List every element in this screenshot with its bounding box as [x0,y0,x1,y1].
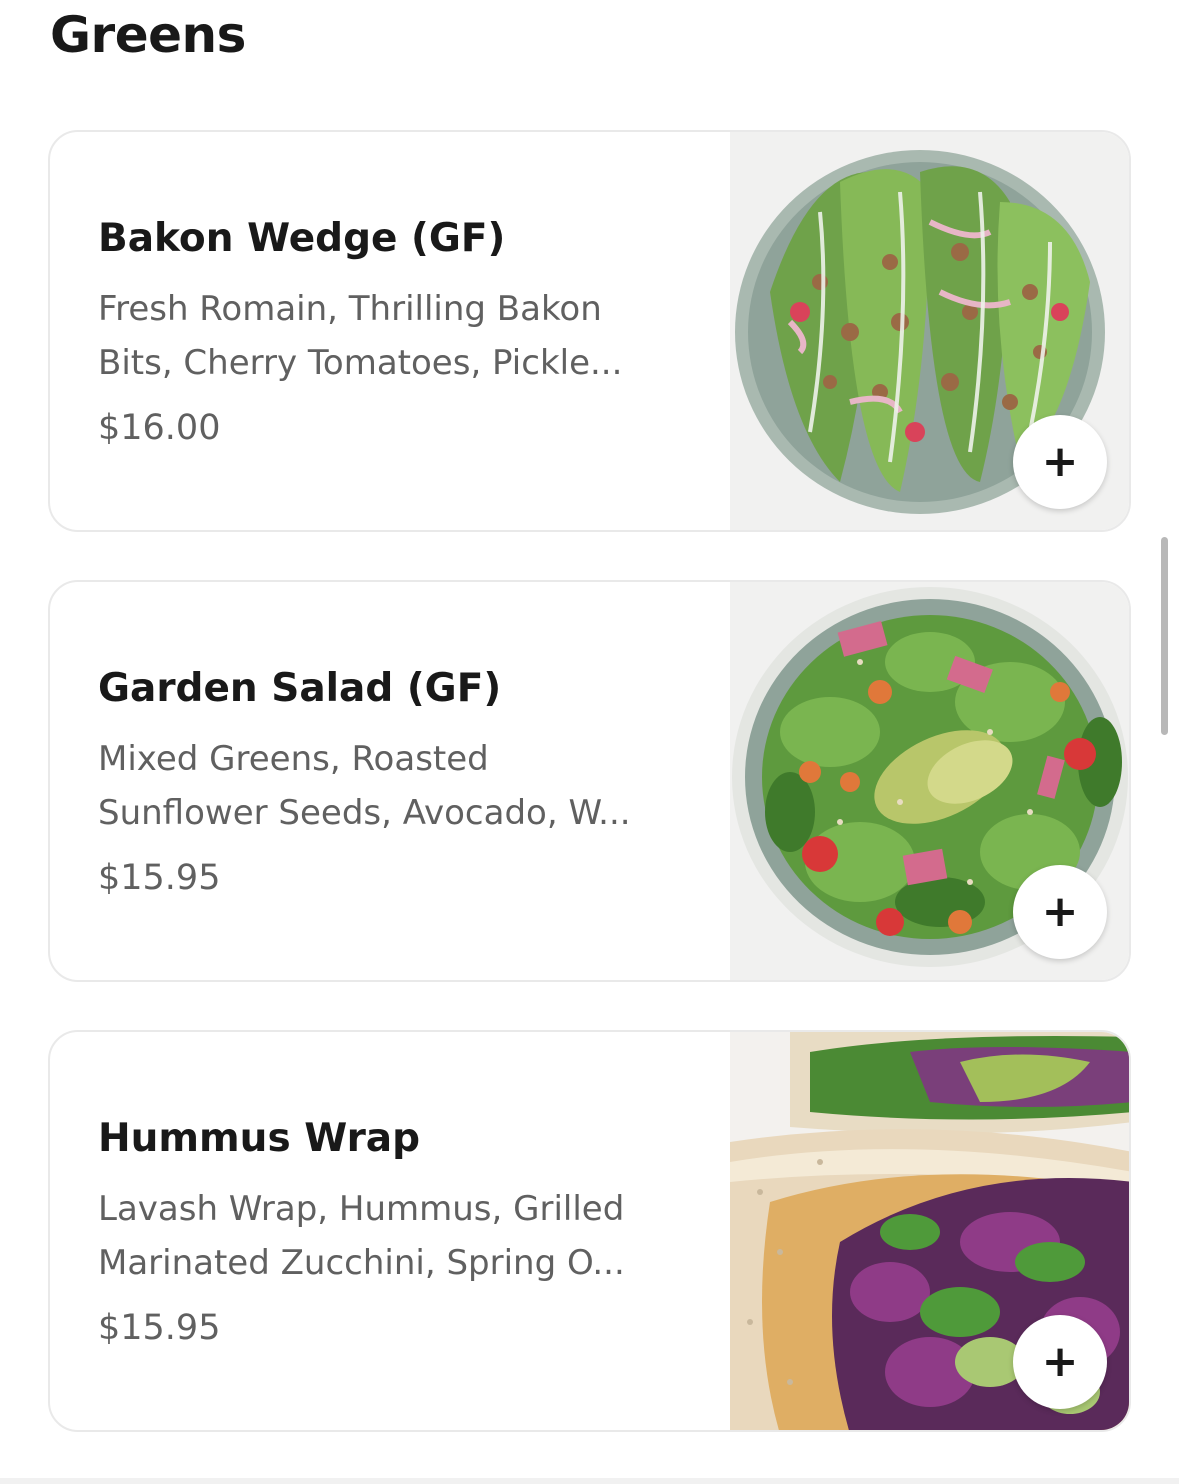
menu-item-info: Hummus Wrap Lavash Wrap, Hummus, Grilled… [98,1032,708,1430]
menu-item-card[interactable]: Hummus Wrap Lavash Wrap, Hummus, Grilled… [48,1030,1131,1432]
menu-item-description: Fresh Romain, Thrilling Bakon Bits, Cher… [98,289,623,383]
menu-page: Greens Bakon Wedge (GF) Fresh Romain, Th… [0,0,1179,1484]
add-to-cart-button[interactable]: + [1013,415,1107,509]
menu-item-description: Mixed Greens, Roasted Sunflower Seeds, A… [98,739,631,833]
menu-item-info: Bakon Wedge (GF) Fresh Romain, Thrilling… [98,132,708,530]
add-to-cart-button[interactable]: + [1013,1315,1107,1409]
menu-item-info: Garden Salad (GF) Mixed Greens, Roasted … [98,582,708,980]
menu-item-name: Hummus Wrap [98,1116,421,1161]
menu-item-card[interactable]: Bakon Wedge (GF) Fresh Romain, Thrilling… [48,130,1131,532]
plus-icon: + [1041,436,1079,487]
add-to-cart-button[interactable]: + [1013,865,1107,959]
plus-icon: + [1041,886,1079,937]
menu-item-description: Lavash Wrap, Hummus, Grilled Marinated Z… [98,1189,625,1283]
plus-icon: + [1041,1336,1079,1387]
scrollbar-thumb[interactable] [1161,537,1168,735]
bottom-divider [0,1478,1179,1484]
menu-item-price: $16.00 [98,408,221,448]
menu-item-price: $15.95 [98,858,221,898]
menu-item-name: Garden Salad (GF) [98,666,502,711]
menu-item-price: $15.95 [98,1308,221,1348]
section-title: Greens [50,6,246,64]
menu-item-card[interactable]: Garden Salad (GF) Mixed Greens, Roasted … [48,580,1131,982]
menu-item-name: Bakon Wedge (GF) [98,216,506,261]
